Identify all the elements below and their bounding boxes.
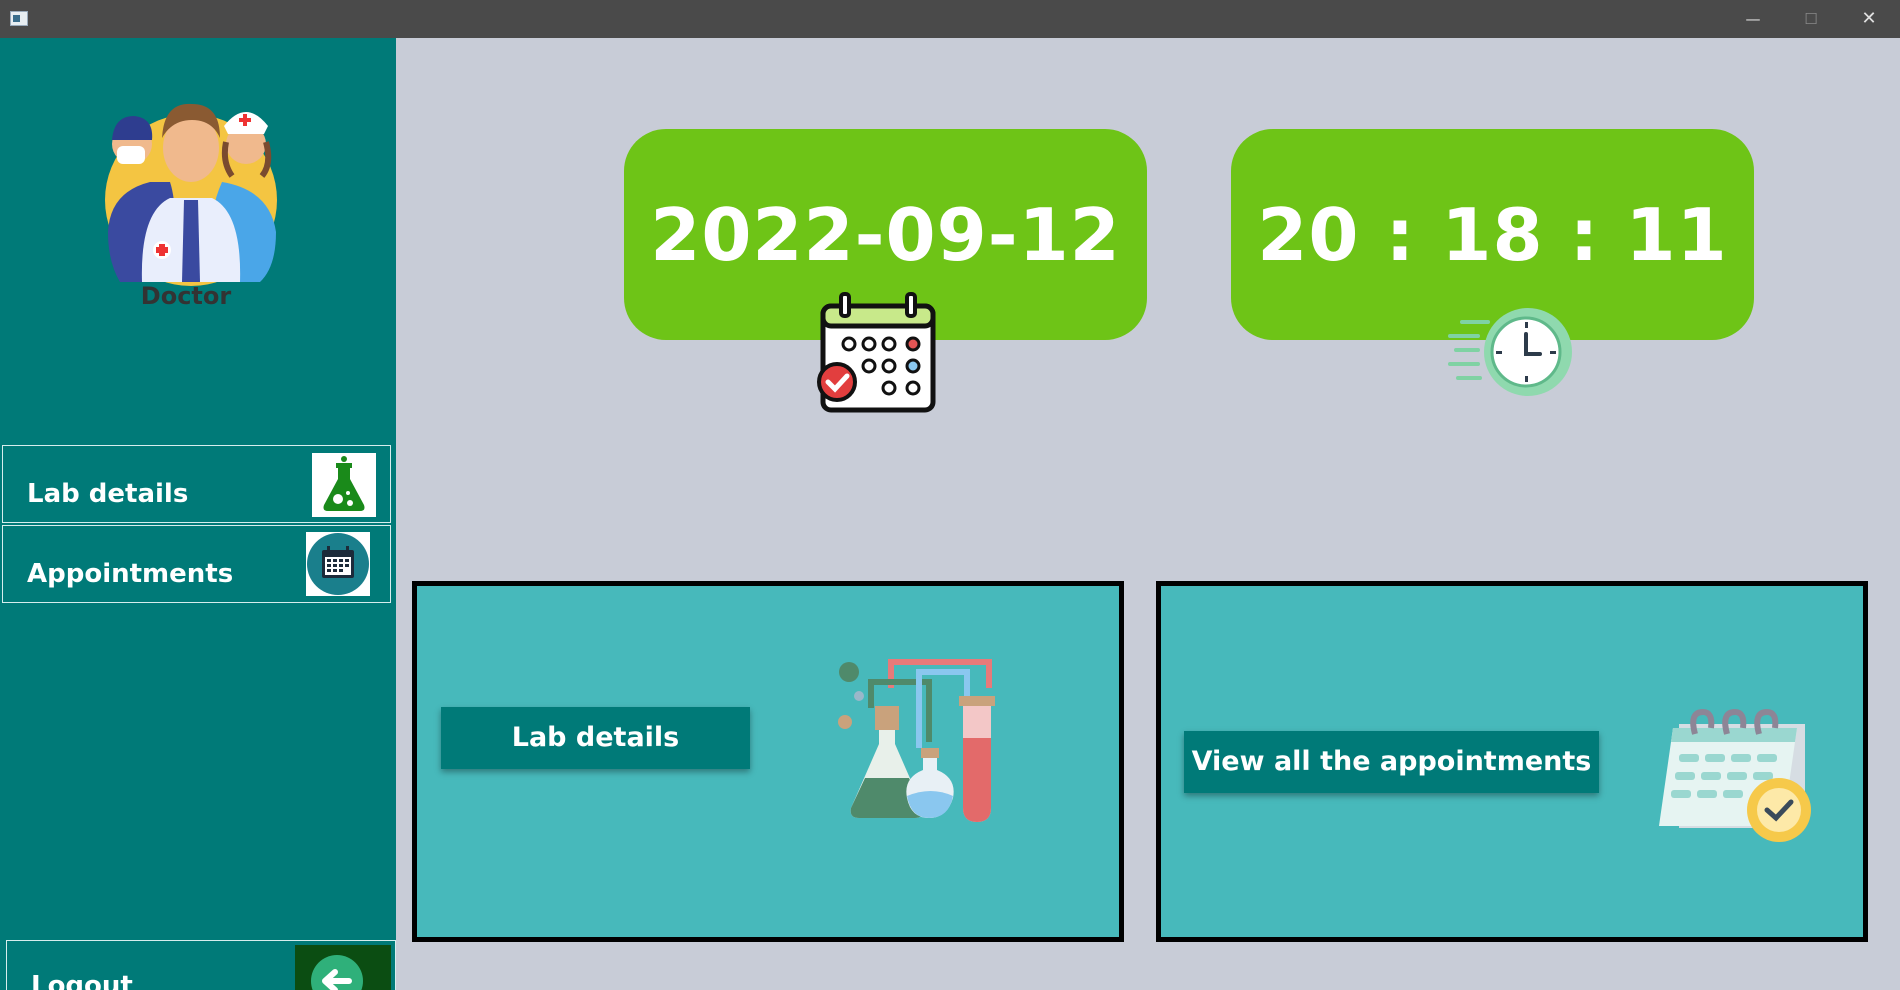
view-all-appointments-button[interactable]: View all the appointments — [1184, 731, 1599, 793]
fast-clock-icon — [1448, 308, 1572, 396]
logout-button[interactable]: Logout — [6, 940, 396, 990]
lab-equipment-icon — [838, 659, 995, 822]
window-titlebar: — ☐ ✕ — [0, 0, 1900, 38]
calendar-check-icon — [817, 292, 936, 413]
sidebar-item-appointments[interactable]: Appointments — [2, 525, 391, 603]
minimize-button[interactable]: — — [1724, 0, 1782, 38]
calendar-icon — [306, 532, 370, 596]
arrow-left-icon — [295, 945, 391, 990]
maximize-button[interactable]: ☐ — [1782, 0, 1840, 38]
app-icon — [10, 11, 28, 26]
sidebar-item-label: Appointments — [27, 559, 234, 589]
doctors-avatar-icon — [105, 103, 277, 286]
sidebar: Doctor Lab details Appointments Logout — [0, 38, 396, 990]
flask-icon — [312, 453, 376, 517]
sidebar-item-lab-details[interactable]: Lab details — [2, 445, 391, 523]
lab-details-button[interactable]: Lab details — [441, 707, 750, 769]
sidebar-item-label: Lab details — [27, 479, 189, 509]
current-time: 20 : 18 : 11 — [1257, 193, 1728, 277]
close-button[interactable]: ✕ — [1840, 0, 1898, 38]
user-role-label: Doctor — [140, 282, 232, 310]
appointments-panel: View all the appointments — [1156, 581, 1868, 942]
logout-label: Logout — [31, 971, 133, 990]
lab-details-panel: Lab details — [412, 581, 1124, 942]
calendar-clock-icon — [1659, 708, 1811, 842]
current-date: 2022-09-12 — [650, 193, 1121, 277]
